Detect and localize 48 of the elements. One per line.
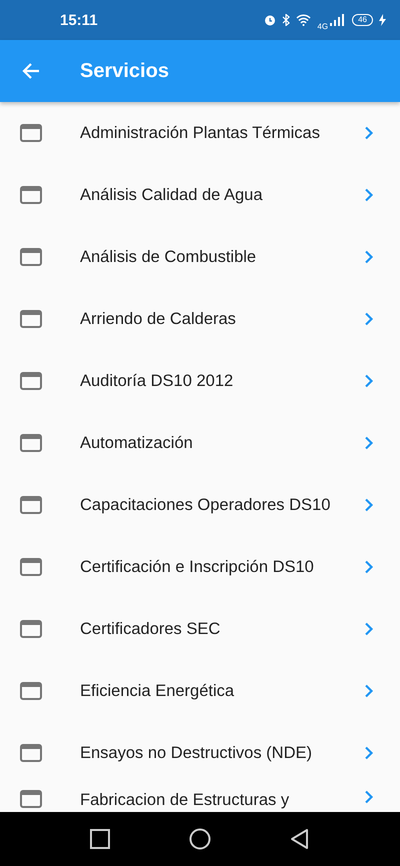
chevron-right-icon bbox=[364, 312, 374, 326]
window-icon bbox=[20, 248, 42, 266]
back-icon[interactable] bbox=[289, 828, 311, 850]
service-list-item[interactable]: Auditoría DS10 2012 bbox=[0, 350, 400, 412]
window-icon bbox=[20, 372, 42, 390]
service-list-item[interactable]: Eficiencia Energética bbox=[0, 660, 400, 722]
bluetooth-icon bbox=[282, 14, 290, 26]
service-list-item[interactable]: Administración Plantas Térmicas bbox=[0, 102, 400, 164]
chevron-right-icon bbox=[364, 436, 374, 450]
network-type: 4G bbox=[317, 22, 328, 30]
chevron-right-icon bbox=[364, 250, 374, 264]
service-list-item[interactable]: Certificación e Inscripción DS10 bbox=[0, 536, 400, 598]
home-icon[interactable] bbox=[189, 828, 211, 850]
service-list-item[interactable]: Ensayos no Destructivos (NDE) bbox=[0, 722, 400, 784]
chevron-right-icon bbox=[364, 746, 374, 760]
window-icon bbox=[20, 310, 42, 328]
battery-level: 46 bbox=[352, 14, 373, 26]
service-list-item[interactable]: Fabricacion de Estructuras y bbox=[0, 784, 400, 812]
service-list-item[interactable]: Certificadores SEC bbox=[0, 598, 400, 660]
service-list-item[interactable]: Capacitaciones Operadores DS10 bbox=[0, 474, 400, 536]
app-bar-title: Servicios bbox=[80, 60, 169, 82]
window-icon bbox=[20, 124, 42, 142]
chevron-right-icon bbox=[364, 560, 374, 574]
alarm-clock-icon bbox=[264, 14, 276, 26]
chevron-right-icon bbox=[364, 622, 374, 636]
chevron-right-icon bbox=[364, 498, 374, 512]
window-icon bbox=[20, 620, 42, 638]
service-list-item[interactable]: Automatización bbox=[0, 412, 400, 474]
service-list-item[interactable]: Análisis Calidad de Agua bbox=[0, 164, 400, 226]
chevron-right-icon bbox=[364, 188, 374, 202]
window-icon bbox=[20, 790, 42, 808]
wifi-icon bbox=[296, 14, 312, 26]
window-icon bbox=[20, 434, 42, 452]
chevron-right-icon bbox=[364, 126, 374, 140]
service-list-item[interactable]: Análisis de Combustible bbox=[0, 226, 400, 288]
chevron-right-icon bbox=[364, 790, 374, 804]
recents-icon[interactable] bbox=[89, 828, 111, 850]
chevron-right-icon bbox=[364, 374, 374, 388]
charging-icon bbox=[379, 14, 386, 26]
window-icon bbox=[20, 558, 42, 576]
status-time: 15:11 bbox=[60, 12, 98, 28]
chevron-right-icon bbox=[364, 684, 374, 698]
service-list-item[interactable]: Arriendo de Calderas bbox=[0, 288, 400, 350]
signal-icon bbox=[330, 14, 346, 26]
window-icon bbox=[20, 682, 42, 700]
window-icon bbox=[20, 496, 42, 514]
window-icon bbox=[20, 744, 42, 762]
window-icon bbox=[20, 186, 42, 204]
